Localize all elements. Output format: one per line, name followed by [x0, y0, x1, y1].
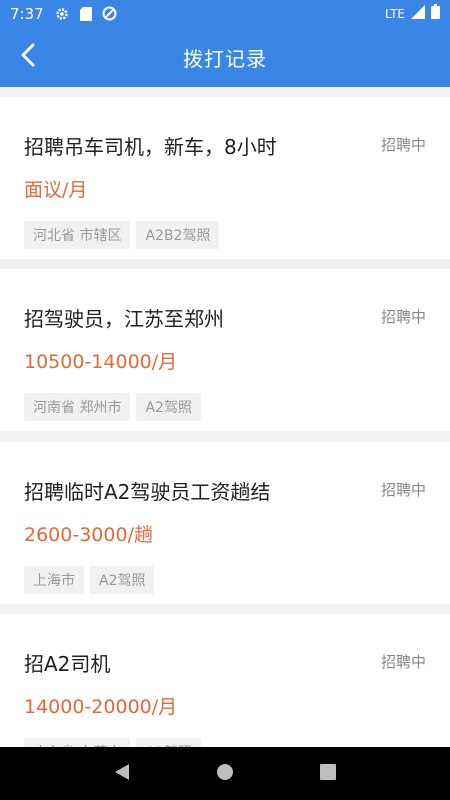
call-record-list: 招聘吊车司机，新车，8小时 招聘中 面议/月 河北省 市辖区 A2B2驾照 招驾…	[0, 87, 450, 747]
location-tag: 上海市	[24, 566, 84, 594]
network-type: LTE	[385, 6, 405, 21]
job-status: 招聘中	[380, 481, 426, 499]
job-tags: 广东省 东莞市 A2驾照	[24, 738, 201, 747]
job-status: 招聘中	[380, 653, 426, 671]
job-salary: 10500-14000/月	[24, 351, 178, 373]
job-tags: 河南省 郑州市 A2驾照	[24, 393, 201, 421]
arrow-left-icon	[20, 43, 36, 71]
location-tag: 河南省 郑州市	[24, 393, 131, 421]
settings-gear-icon	[54, 6, 70, 22]
recents-square-icon	[320, 763, 337, 784]
license-tag: A2驾照	[90, 566, 155, 594]
do-not-disturb-icon	[102, 6, 118, 22]
job-status: 招聘中	[380, 308, 426, 326]
record-card[interactable]: 招A2司机 招聘中 14000-20000/月 广东省 东莞市 A2驾照	[0, 614, 450, 747]
job-title: 招A2司机	[24, 652, 111, 676]
battery-icon	[431, 4, 440, 23]
location-tag: 河北省 市辖区	[24, 221, 131, 249]
nav-back-button[interactable]	[102, 754, 142, 794]
status-time: 7:37	[10, 4, 44, 23]
home-circle-icon	[216, 763, 234, 785]
job-title: 招驾驶员，江苏至郑州	[24, 307, 224, 331]
record-card[interactable]: 招聘吊车司机，新车，8小时 招聘中 面议/月 河北省 市辖区 A2B2驾照	[0, 97, 450, 259]
license-tag: A2驾照	[136, 738, 201, 747]
job-salary: 2600-3000/趟	[24, 524, 153, 546]
record-card[interactable]: 招驾驶员，江苏至郑州 招聘中 10500-14000/月 河南省 郑州市 A2驾…	[0, 269, 450, 431]
license-tag: A2B2驾照	[136, 221, 220, 249]
job-title: 招聘临时A2驾驶员工资趟结	[24, 480, 271, 504]
page-title: 拨打记录	[183, 46, 267, 71]
job-title: 招聘吊车司机，新车，8小时	[24, 135, 277, 159]
job-salary: 面议/月	[24, 179, 88, 201]
signal-icon	[411, 4, 425, 23]
status-right-group: LTE	[385, 4, 440, 23]
job-salary: 14000-20000/月	[24, 696, 178, 718]
app-bar: 拨打记录	[0, 27, 450, 87]
job-tags: 河北省 市辖区 A2B2驾照	[24, 221, 220, 249]
sd-card-icon	[78, 6, 94, 22]
license-tag: A2驾照	[136, 393, 201, 421]
nav-recents-button[interactable]	[308, 754, 348, 794]
record-card[interactable]: 招聘临时A2驾驶员工资趟结 招聘中 2600-3000/趟 上海市 A2驾照	[0, 442, 450, 604]
location-tag: 广东省 东莞市	[24, 738, 131, 747]
status-bar: 7:37 LTE	[0, 0, 450, 27]
job-status: 招聘中	[380, 136, 426, 154]
job-tags: 上海市 A2驾照	[24, 566, 155, 594]
nav-home-button[interactable]	[205, 754, 245, 794]
back-button[interactable]	[10, 39, 46, 75]
system-nav-bar	[0, 747, 450, 800]
back-triangle-icon	[114, 763, 130, 785]
